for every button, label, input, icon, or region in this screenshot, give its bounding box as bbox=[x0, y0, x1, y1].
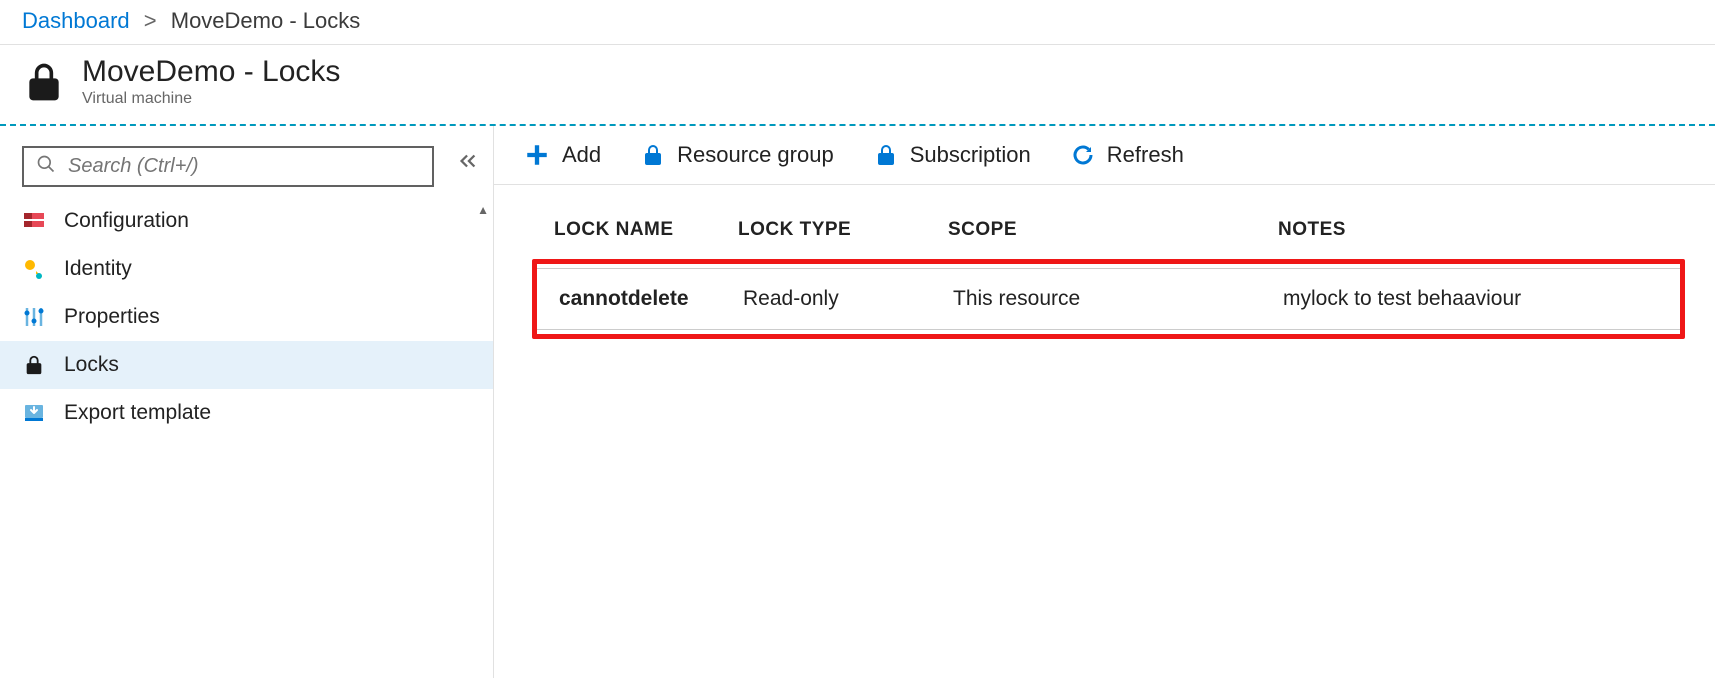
sidebar-search[interactable] bbox=[22, 146, 434, 187]
page-subtitle: Virtual machine bbox=[82, 90, 340, 108]
locks-table: LOCK NAME LOCK TYPE SCOPE NOTES cannotde… bbox=[494, 185, 1715, 339]
resource-group-label: Resource group bbox=[677, 142, 834, 168]
header-lock-name[interactable]: LOCK NAME bbox=[554, 219, 738, 241]
collapse-sidebar-icon[interactable] bbox=[457, 150, 479, 178]
refresh-icon bbox=[1071, 143, 1095, 167]
plus-icon bbox=[524, 142, 550, 168]
toolbar: Add Resource group Subscription Refresh bbox=[494, 126, 1715, 185]
lock-icon bbox=[641, 143, 665, 167]
breadcrumb: Dashboard > MoveDemo - Locks bbox=[0, 0, 1715, 45]
sidebar-item-label: Export template bbox=[64, 401, 211, 425]
table-row[interactable]: cannotdelete Read-only This resource myl… bbox=[537, 269, 1680, 329]
cell-scope: This resource bbox=[953, 287, 1283, 311]
header-scope[interactable]: SCOPE bbox=[948, 219, 1278, 241]
cell-lock-name: cannotdelete bbox=[559, 287, 743, 311]
search-icon bbox=[36, 154, 56, 179]
lock-icon bbox=[874, 143, 898, 167]
resource-group-button[interactable]: Resource group bbox=[641, 142, 834, 168]
page-header: MoveDemo - Locks Virtual machine bbox=[0, 45, 1715, 126]
export-icon bbox=[22, 401, 46, 425]
table-header-row: LOCK NAME LOCK TYPE SCOPE NOTES bbox=[554, 219, 1685, 241]
configuration-icon bbox=[22, 209, 46, 233]
lock-icon bbox=[22, 353, 46, 377]
cell-notes: mylock to test behaaviour bbox=[1283, 287, 1658, 311]
sidebar: ▲ Configuration Identity bbox=[0, 126, 494, 678]
sidebar-item-export-template[interactable]: Export template bbox=[0, 389, 493, 437]
subscription-label: Subscription bbox=[910, 142, 1031, 168]
header-lock-type[interactable]: LOCK TYPE bbox=[738, 219, 948, 241]
scroll-up-icon[interactable]: ▲ bbox=[477, 203, 489, 217]
sidebar-item-label: Locks bbox=[64, 353, 119, 377]
add-label: Add bbox=[562, 142, 601, 168]
main-content: Add Resource group Subscription Refresh bbox=[494, 126, 1715, 678]
refresh-label: Refresh bbox=[1107, 142, 1184, 168]
sliders-icon bbox=[22, 305, 46, 329]
search-input[interactable] bbox=[68, 155, 420, 178]
add-button[interactable]: Add bbox=[524, 142, 601, 168]
breadcrumb-root-link[interactable]: Dashboard bbox=[22, 8, 130, 33]
header-notes[interactable]: NOTES bbox=[1278, 219, 1685, 241]
page-title: MoveDemo - Locks bbox=[82, 55, 340, 88]
sidebar-item-identity[interactable]: Identity bbox=[0, 245, 493, 293]
breadcrumb-current: MoveDemo - Locks bbox=[171, 8, 361, 33]
key-icon bbox=[22, 257, 46, 281]
breadcrumb-separator: > bbox=[144, 8, 157, 33]
sidebar-item-label: Configuration bbox=[64, 209, 189, 233]
refresh-button[interactable]: Refresh bbox=[1071, 142, 1184, 168]
sidebar-item-label: Properties bbox=[64, 305, 160, 329]
cell-lock-type: Read-only bbox=[743, 287, 953, 311]
subscription-button[interactable]: Subscription bbox=[874, 142, 1031, 168]
sidebar-item-configuration[interactable]: Configuration bbox=[0, 197, 493, 245]
sidebar-item-label: Identity bbox=[64, 257, 132, 281]
sidebar-item-properties[interactable]: Properties bbox=[0, 293, 493, 341]
sidebar-item-locks[interactable]: Locks bbox=[0, 341, 493, 389]
highlighted-row: cannotdelete Read-only This resource myl… bbox=[532, 259, 1685, 339]
lock-icon bbox=[22, 60, 66, 104]
